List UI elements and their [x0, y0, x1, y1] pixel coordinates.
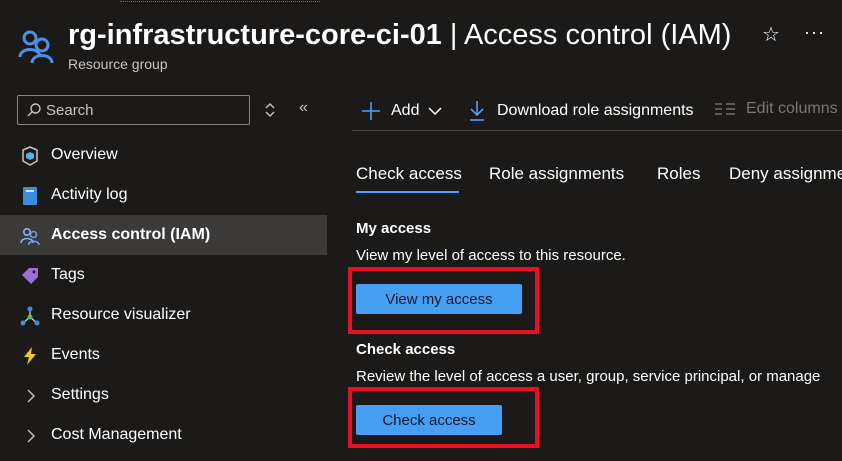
- activity-log-icon: [20, 186, 40, 206]
- command-bar: Add Download role assignments Edit colum…: [352, 95, 842, 131]
- view-my-access-button[interactable]: View my access: [356, 284, 522, 314]
- active-tab-indicator: [356, 191, 459, 193]
- chevron-right-icon: [20, 386, 40, 406]
- people-icon: [20, 226, 40, 246]
- tab-check-access[interactable]: Check access: [356, 164, 462, 184]
- add-button-label: Add: [391, 102, 420, 119]
- chevron-right-icon: [20, 426, 40, 446]
- sidebar-item-events[interactable]: Events: [0, 335, 327, 375]
- sidebar-item-tags[interactable]: Tags: [0, 255, 327, 295]
- visualizer-icon: [20, 306, 40, 326]
- my-access-description: View my level of access to this resource…: [356, 247, 626, 264]
- add-button[interactable]: Add: [360, 100, 443, 122]
- title-separator: |: [441, 19, 464, 51]
- search-field[interactable]: [17, 95, 250, 125]
- resource-group-name: rg-infrastructure-core-ci-01: [68, 19, 442, 51]
- sidebar-item-label: Events: [51, 346, 100, 363]
- tab-deny-assignments[interactable]: Deny assignme: [729, 164, 842, 184]
- blade-name: Access control (IAM): [463, 19, 732, 51]
- lightning-icon: [20, 346, 40, 366]
- search-icon: [27, 103, 41, 117]
- sidebar-item-access-control[interactable]: Access control (IAM): [0, 215, 327, 255]
- sidebar-item-label: Resource visualizer: [51, 306, 191, 323]
- sidebar-item-label: Activity log: [51, 186, 128, 203]
- download-icon: [470, 101, 484, 121]
- sidebar-item-resource-visualizer[interactable]: Resource visualizer: [0, 295, 327, 335]
- collapse-sidebar-icon[interactable]: «: [299, 99, 308, 117]
- sidebar-item-overview[interactable]: Overview: [0, 135, 327, 175]
- tab-roles[interactable]: Roles: [657, 164, 700, 184]
- sidebar-item-label: Cost Management: [51, 426, 182, 443]
- edit-columns-button[interactable]: Edit columns: [714, 100, 838, 118]
- download-role-assignments-button[interactable]: Download role assignments: [468, 100, 694, 122]
- sidebar-nav: Overview Activity log Access control (IA…: [0, 135, 327, 455]
- my-access-heading: My access: [356, 220, 432, 237]
- resource-group-icon: [18, 30, 54, 64]
- sidebar-item-label: Overview: [51, 146, 118, 163]
- check-access-heading: Check access: [356, 341, 456, 358]
- edit-columns-label: Edit columns: [746, 100, 838, 117]
- chevron-down-icon: [428, 107, 442, 116]
- page-header: rg-infrastructure-core-ci-01 | Access co…: [0, 0, 842, 84]
- resource-type-label: Resource group: [68, 56, 168, 72]
- tag-icon: [20, 266, 40, 286]
- sidebar-item-cost-management[interactable]: Cost Management: [0, 415, 327, 455]
- columns-icon: [715, 103, 735, 115]
- sidebar-item-label: Settings: [51, 386, 109, 403]
- star-outline-icon[interactable]: ☆: [762, 22, 780, 47]
- download-button-label: Download role assignments: [497, 102, 694, 119]
- sidebar-item-settings[interactable]: Settings: [0, 375, 327, 415]
- sidebar-item-label: Tags: [51, 266, 85, 283]
- more-icon[interactable]: ···: [804, 22, 825, 43]
- cube-icon: [20, 146, 40, 166]
- check-access-button[interactable]: Check access: [356, 405, 502, 435]
- expand-collapse-icon[interactable]: [262, 101, 278, 119]
- tab-role-assignments[interactable]: Role assignments: [489, 164, 624, 184]
- plus-icon: [362, 102, 380, 120]
- search-input[interactable]: [46, 100, 246, 120]
- sidebar-item-activity-log[interactable]: Activity log: [0, 175, 327, 215]
- page-title: rg-infrastructure-core-ci-01 | Access co…: [68, 16, 731, 54]
- sidebar-item-label: Access control (IAM): [51, 226, 211, 243]
- check-access-description: Review the level of access a user, group…: [356, 368, 821, 385]
